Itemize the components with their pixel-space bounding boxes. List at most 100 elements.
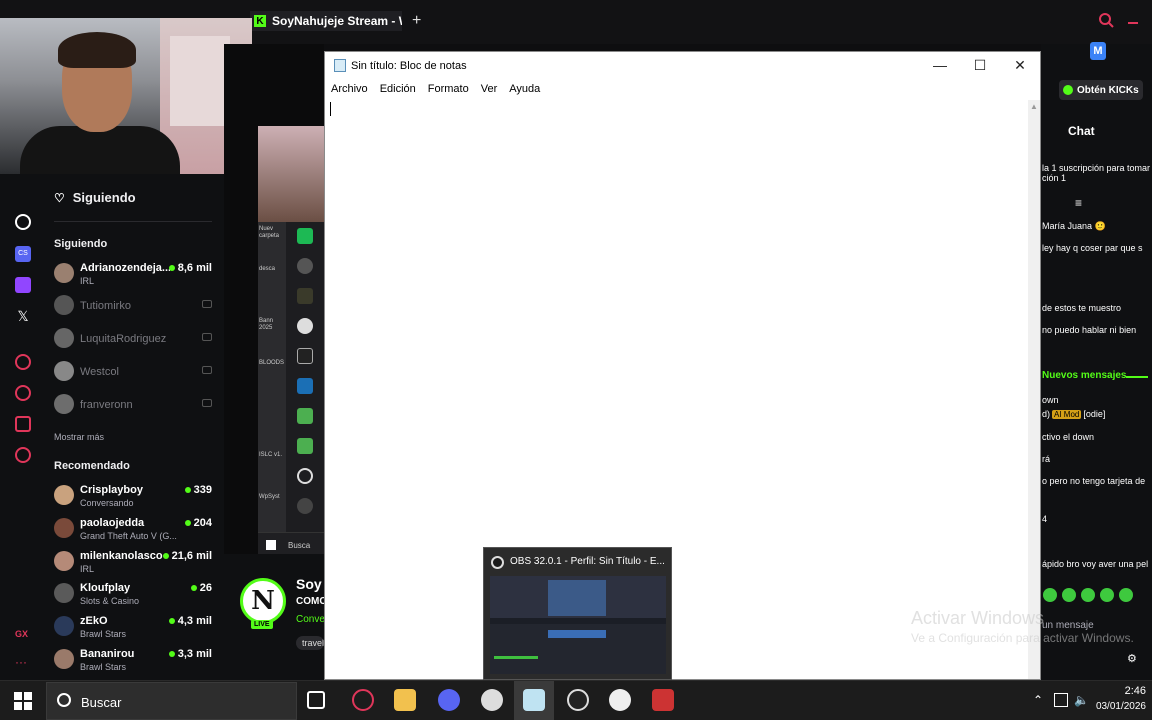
notepad-text-area[interactable] [325, 100, 1028, 679]
stream-tag[interactable]: travel [296, 636, 324, 650]
notepad-icon[interactable] [523, 689, 545, 711]
streamer-info: N LIVE Soy COMC Conve travel [224, 554, 324, 680]
steelseries-icon[interactable] [481, 689, 503, 711]
emote-icon[interactable] [1100, 588, 1114, 602]
openai-icon[interactable] [15, 214, 31, 230]
channel-category: IRL [80, 564, 95, 574]
cs-badge-icon[interactable]: CS [15, 246, 31, 262]
task-view-icon[interactable] [307, 691, 325, 709]
sidebar-channel-paolaojedda[interactable]: paolaojedda Grand Theft Auto V (G... 204 [52, 515, 212, 545]
streamer-avatar[interactable]: N [240, 578, 286, 624]
stream-category[interactable]: Conve [296, 614, 324, 625]
menu-ayuda[interactable]: Ayuda [509, 80, 546, 100]
spotify-icon [297, 228, 313, 244]
desktop-label: Bann 2025 [259, 318, 274, 331]
obs-window-preview[interactable]: OBS 32.0.1 - Perfil: Sin Título - E... [483, 547, 672, 680]
new-tab-button[interactable]: + [412, 12, 421, 30]
streamer-name[interactable]: Soy [296, 576, 324, 592]
menu-archivo[interactable]: Archivo [331, 80, 374, 100]
network-icon[interactable] [1054, 693, 1068, 707]
tab-kick-stream[interactable]: K SoyNahujeje Stream - Wat [250, 11, 402, 31]
emote-icon[interactable] [1119, 588, 1133, 602]
sidebar-channel-zeko[interactable]: zEkO Brawl Stars 4,3 mil [52, 613, 212, 643]
emote-icon[interactable] [1062, 588, 1076, 602]
avatar [54, 394, 74, 414]
chat-message: la 1 suscripción para tomar [1042, 163, 1151, 173]
menu-edicion[interactable]: Edición [380, 80, 422, 100]
kick-favicon-icon: K [254, 15, 266, 27]
emote-icon[interactable] [1081, 588, 1095, 602]
profile-avatar[interactable]: M [1090, 42, 1106, 60]
channel-name: Kloufplay [80, 582, 131, 594]
location-app-icon[interactable] [609, 689, 631, 711]
notepad-app-icon [334, 59, 346, 72]
chat-settings-icon[interactable]: ⚙ [1127, 652, 1137, 665]
channel-name: Westcol [80, 366, 119, 378]
menu-formato[interactable]: Formato [428, 80, 475, 100]
chat-title: Chat [1068, 124, 1095, 138]
icon-rail: CS 𝕏 GX ··· [0, 174, 44, 680]
new-messages-divider[interactable]: Nuevos mensajes [1042, 370, 1127, 381]
play-icon[interactable] [15, 354, 31, 370]
sidebar-channel-milenkanolasco[interactable]: milenkanolasco IRL 21,6 mil [52, 548, 212, 578]
sidebar-channel-franveronn[interactable]: franveronn [52, 391, 212, 421]
sidebar-channel-luquitarodriguez[interactable]: LuquitaRodriguez [52, 325, 212, 355]
viewer-count-value: 3,3 mil [177, 648, 212, 660]
taskbar-search[interactable]: Buscar [46, 682, 297, 720]
sidebar-channel-westcol[interactable]: Westcol [52, 358, 212, 388]
close-button[interactable]: ✕ [1000, 56, 1040, 76]
chat-user: d) [1042, 409, 1051, 419]
vertical-scrollbar[interactable]: ▲ [1028, 100, 1040, 679]
settings-icon[interactable] [15, 447, 31, 463]
search-icon[interactable] [1098, 12, 1114, 28]
file-explorer-icon[interactable] [394, 689, 416, 711]
minimize-button[interactable]: — [920, 56, 960, 76]
channel-name: milenkanolasco [80, 550, 163, 562]
start-button[interactable] [14, 692, 32, 710]
notepad-window: Sin título: Bloc de notas — ☐ ✕ Archivo … [324, 51, 1041, 680]
game-app-icon[interactable] [652, 689, 674, 711]
show-more-link[interactable]: Mostrar más [54, 432, 104, 442]
chat-input[interactable]: un mensaje [1042, 620, 1094, 631]
clock-date[interactable]: 03/01/2026 [1090, 701, 1146, 712]
channel-name: Crisplayboy [80, 484, 143, 496]
discord-icon[interactable] [438, 689, 460, 711]
desktop-label: WpSyst [259, 494, 280, 500]
channel-category: Brawl Stars [80, 629, 127, 639]
history-icon[interactable] [15, 385, 31, 401]
chat-message: ción 1 [1042, 173, 1067, 183]
sidebar-channel-crisplayboy[interactable]: Crisplayboy Conversando 339 [52, 482, 212, 512]
more-icon[interactable]: ··· [15, 656, 31, 672]
offline-icon [202, 399, 212, 407]
get-kicks-button[interactable]: Obtén KICKs [1059, 80, 1143, 100]
stream-webcam-thumbnail [258, 126, 324, 222]
opera-gx-icon[interactable] [352, 689, 374, 711]
chevron-up-icon[interactable]: ⌃ [1033, 693, 1047, 707]
extensions-icon[interactable] [15, 416, 31, 432]
battery-app-icon [297, 438, 313, 454]
viewer-count-value: 339 [193, 484, 212, 496]
chat-message: no puedo hablar ni bien [1042, 325, 1137, 335]
gx-icon[interactable]: GX [15, 626, 31, 642]
maximize-button[interactable]: ☐ [960, 56, 1000, 76]
avatar [54, 263, 74, 283]
chat-pinned-icon[interactable]: ≡ [1075, 196, 1082, 210]
clock-time[interactable]: 2:46 [1098, 685, 1146, 697]
x-icon[interactable]: 𝕏 [15, 308, 31, 324]
notepad-titlebar[interactable]: Sin título: Bloc de notas — ☐ ✕ [325, 52, 1040, 80]
twitch-icon[interactable] [15, 277, 31, 293]
scroll-up-icon[interactable]: ▲ [1030, 102, 1038, 111]
volume-icon[interactable]: 🔈 [1074, 693, 1089, 707]
following-header[interactable]: ♡ Siguiendo [54, 190, 136, 205]
sidebar-channel-bananirou[interactable]: Bananirou Brawl Stars 3,3 mil [52, 646, 212, 676]
divider [54, 221, 212, 222]
sidebar-channel-adrianozendeja[interactable]: Adrianozendeja... IRL 8,6 mil [52, 260, 212, 290]
sidebar-channel-kloufplay[interactable]: Kloufplay Slots & Casino 26 [52, 580, 212, 610]
minimize-icon[interactable] [1128, 22, 1138, 24]
sidebar-channel-tutiomirko[interactable]: Tutiomirko [52, 292, 212, 322]
menu-ver[interactable]: Ver [481, 80, 504, 100]
obs-icon[interactable] [567, 689, 589, 711]
channel-name: Tutiomirko [80, 300, 131, 312]
stream-title: COMC [296, 596, 324, 607]
emote-icon[interactable] [1043, 588, 1057, 602]
